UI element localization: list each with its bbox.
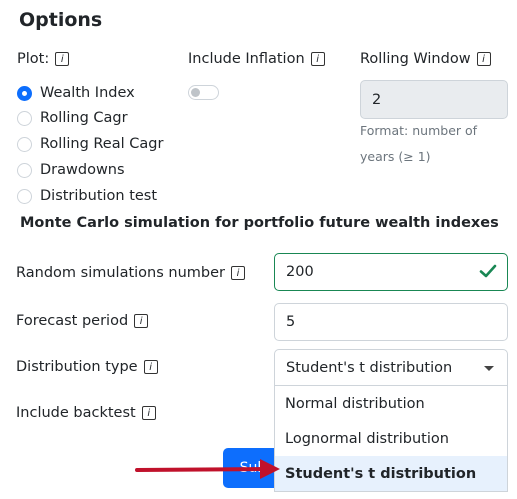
toggle-knob — [191, 88, 200, 97]
radio-unchecked-icon[interactable] — [17, 188, 32, 204]
plot-option-label: Distribution test — [40, 188, 158, 204]
plot-option-wealth-index[interactable]: Wealth Index — [17, 83, 135, 103]
rolling-window-input[interactable]: 2 — [360, 80, 508, 119]
sims-value: 200 — [286, 264, 314, 280]
forecast-label: Forecast period — [16, 313, 129, 329]
plot-option-label: Rolling Cagr — [40, 110, 128, 126]
dist-info-icon[interactable]: i — [143, 360, 158, 374]
plot-option-label: Drawdowns — [40, 162, 125, 178]
radio-unchecked-icon[interactable] — [17, 136, 32, 152]
distribution-select-value: Student's t distribution — [286, 359, 453, 376]
rolling-window-label: Rolling Window — [360, 51, 471, 67]
plot-option-distribution-test[interactable]: Distribution test — [17, 186, 157, 206]
sims-label: Random simulations number — [16, 265, 225, 281]
submit-label: Sub — [239, 460, 267, 476]
dist-option-normal[interactable]: Normal distribution — [275, 386, 507, 421]
rolling-help-line-2: years (≥ 1) — [360, 149, 431, 164]
rolling-info-icon[interactable]: i — [476, 52, 491, 66]
inflation-info-icon[interactable]: i — [310, 52, 325, 66]
plot-option-label: Rolling Real Cagr — [40, 136, 164, 152]
forecast-input[interactable]: 5 — [274, 303, 508, 341]
plot-label: Plot: — [17, 51, 50, 67]
sims-info-icon[interactable]: i — [230, 266, 245, 280]
dist-option-lognormal[interactable]: Lognormal distribution — [275, 421, 507, 456]
radio-unchecked-icon[interactable] — [17, 162, 32, 178]
distribution-dropdown: Normal distribution Lognormal distributi… — [274, 386, 508, 492]
rolling-window-help: Format: number of years (≥ 1) — [360, 118, 477, 170]
plot-label-row: Plot: i — [17, 51, 70, 67]
backtest-info-icon[interactable]: i — [141, 406, 156, 420]
radio-checked-icon[interactable] — [17, 85, 32, 101]
monte-carlo-heading: Monte Carlo simulation for portfolio fut… — [20, 215, 499, 231]
caret-up-icon — [484, 366, 494, 371]
inflation-toggle[interactable] — [188, 85, 219, 100]
options-title: Options — [19, 9, 103, 31]
rolling-label-row: Rolling Window i — [360, 51, 491, 67]
forecast-info-icon[interactable]: i — [134, 314, 149, 328]
valid-check-icon — [479, 264, 497, 278]
plot-info-icon[interactable]: i — [55, 52, 70, 66]
dist-label: Distribution type — [16, 359, 138, 375]
backtest-label-row: Include backtest i — [16, 405, 156, 421]
dist-label-row: Distribution type i — [16, 359, 158, 375]
forecast-label-row: Forecast period i — [16, 313, 149, 329]
rolling-window-value: 2 — [372, 91, 382, 108]
radio-unchecked-icon[interactable] — [17, 110, 32, 126]
sims-label-row: Random simulations number i — [16, 265, 245, 281]
plot-option-rolling-real-cagr[interactable]: Rolling Real Cagr — [17, 134, 163, 154]
plot-option-label: Wealth Index — [40, 85, 135, 101]
forecast-value: 5 — [286, 314, 296, 330]
plot-option-drawdowns[interactable]: Drawdowns — [17, 160, 125, 180]
dist-option-student-t[interactable]: Student's t distribution — [275, 456, 507, 491]
sims-input[interactable]: 200 — [274, 253, 508, 291]
inflation-label: Include Inflation — [188, 51, 305, 67]
plot-option-rolling-cagr[interactable]: Rolling Cagr — [17, 108, 128, 128]
distribution-select[interactable]: Student's t distribution — [274, 349, 508, 386]
backtest-label: Include backtest — [16, 405, 136, 421]
inflation-label-row: Include Inflation i — [188, 51, 325, 67]
rolling-help-line-1: Format: number of — [360, 123, 478, 138]
